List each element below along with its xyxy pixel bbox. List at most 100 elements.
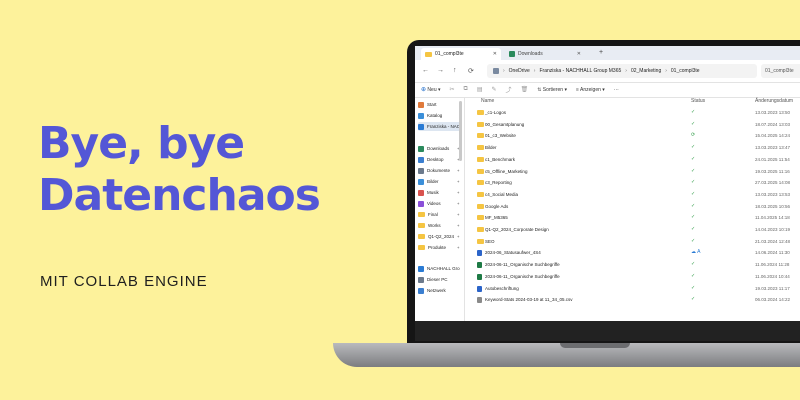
- copy-icon[interactable]: ⧉: [464, 86, 468, 93]
- sidebar-item[interactable]: Produkte ✦: [418, 243, 462, 252]
- rename-icon[interactable]: ✎: [492, 86, 497, 93]
- music-icon: [418, 189, 424, 196]
- file-row[interactable]: Bilder ✓ 13.03.2023 13:47: [467, 143, 800, 155]
- pictures-icon: [418, 178, 424, 185]
- file-row[interactable]: c1_Benchmark ✓ 24.01.2025 11:54: [467, 155, 800, 167]
- folder-icon: [477, 227, 484, 232]
- sidebar-item[interactable]: Downloads✦: [418, 144, 462, 153]
- tab-01-compl3te[interactable]: 01_compl3te ✕: [421, 48, 501, 60]
- file-row[interactable]: Autobeschriftung ✓ 19.03.2023 11:17: [467, 284, 800, 296]
- new-button[interactable]: ⊕ Neu ▾: [421, 86, 441, 93]
- forward-button[interactable]: →: [437, 67, 444, 74]
- modified-date: 14.04.2023 10:19: [755, 227, 791, 232]
- folder-icon: [477, 156, 484, 162]
- search-input[interactable]: 01_compl3te: [761, 64, 800, 78]
- sidebar-item[interactable]: Bilder ✦: [418, 177, 462, 186]
- file-row[interactable]: c3_Reporting ✓ 27.03.2025 14:08: [467, 178, 800, 190]
- file-name: Bilder: [485, 145, 497, 151]
- sidebar-item[interactable]: Franziska - NAC: [418, 122, 462, 131]
- modified-date: 13.03.2023 13:50: [755, 110, 791, 115]
- breadcrumb[interactable]: › OneDrive › Franziska - NACHHALL Group …: [487, 64, 757, 78]
- sidebar-item-label: Start: [427, 102, 437, 107]
- sidebar-item[interactable]: Q1-Q2_2024 ✦: [418, 232, 462, 241]
- sidebar-item-label: Works: [428, 223, 441, 228]
- sync-status-icon: ✓: [691, 179, 696, 186]
- sidebar-item-label: Final: [428, 212, 438, 217]
- file-row[interactable]: 00_Gesamtplanung ✓ 18.07.2024 13:03: [467, 120, 800, 132]
- sync-status-icon: ✓: [691, 120, 696, 127]
- sidebar-item[interactable]: Netzwerk: [418, 286, 462, 295]
- sidebar-item[interactable]: Videos ✦: [418, 199, 462, 208]
- file-row[interactable]: SEO ✓ 21.03.2024 12:48: [467, 237, 800, 249]
- view-button[interactable]: ≡ Anzeigen ▾: [576, 87, 605, 93]
- cut-icon[interactable]: ✂: [450, 86, 455, 93]
- column-header-name[interactable]: Name: [481, 98, 494, 104]
- breadcrumb-item[interactable]: 02_Marketing: [631, 68, 661, 74]
- pin-icon: ✦: [456, 223, 460, 228]
- file-name: Q1-Q2_2024_Corporate Design: [485, 227, 549, 232]
- pc-icon: [493, 68, 499, 74]
- navigation-pane: Start Katalog Franziska - NAC Downloads✦ Des…: [415, 98, 465, 321]
- file-name: Google Ads: [485, 203, 509, 209]
- file-name: 2024-06_Statusaufwer_4S4: [485, 250, 541, 256]
- sidebar-scrollbar[interactable]: [459, 101, 462, 161]
- sidebar-item[interactable]: Desktop✦: [418, 155, 462, 164]
- sidebar-item[interactable]: Katalog: [418, 111, 462, 120]
- back-button[interactable]: ←: [422, 67, 429, 74]
- new-tab-button[interactable]: +: [599, 49, 603, 56]
- breadcrumb-item[interactable]: 01_compl3te: [671, 68, 700, 74]
- sidebar-item[interactable]: Works ✦: [418, 221, 462, 230]
- sidebar-item[interactable]: Final ✦: [418, 210, 462, 219]
- modified-date: 13.03.2023 13:53: [755, 191, 791, 197]
- file-row[interactable]: Q1-Q2_2024_Corporate Design ✓ 14.04.2023 1…: [467, 225, 800, 237]
- sidebar-item[interactable]: Musik ✦: [418, 188, 462, 197]
- modified-date: 11.06.2024 10:44: [755, 273, 790, 279]
- sidebar-item[interactable]: NACHHALL Gro: [418, 264, 462, 273]
- folder-icon: [477, 110, 484, 115]
- delete-icon[interactable]: 🗑: [521, 86, 529, 93]
- file-row[interactable]: MF_M5365 ✓ 11.04.2025 14:18: [467, 213, 800, 225]
- close-icon[interactable]: ✕: [493, 51, 497, 57]
- pin-icon: ✦: [456, 234, 460, 239]
- sidebar-item[interactable]: Start: [418, 100, 462, 109]
- tab-downloads[interactable]: Downloads ✕: [505, 48, 585, 60]
- file-row[interactable]: Google Ads ✓ 18.03.2025 10:56: [467, 202, 800, 214]
- laptop-notch: [560, 343, 630, 348]
- file-icon: [477, 297, 482, 304]
- breadcrumb-item[interactable]: OneDrive: [509, 68, 530, 74]
- sidebar-item[interactable]: Dokumente ✦: [418, 166, 462, 175]
- file-row[interactable]: 2024-06_Statusaufwer_4S4 ☁ A 14.06.2024 11…: [467, 248, 800, 260]
- sync-status-icon: ✓: [691, 214, 696, 221]
- column-header-row: Name Status Änderungsdatum: [467, 98, 800, 106]
- file-row[interactable]: _c1-Logos ✓ 13.03.2023 13:50: [467, 108, 800, 120]
- breadcrumb-item[interactable]: Franziska - NACHHALL Group M365: [539, 68, 621, 74]
- file-row[interactable]: Keyword-Stats 2024-03-19 at 11_34_05.csv…: [467, 295, 800, 307]
- sidebar-item-label: Dieser PC: [427, 277, 448, 282]
- column-header-date[interactable]: Änderungsdatum: [755, 98, 793, 104]
- sidebar-item-label: Produkte: [428, 245, 447, 250]
- modified-date: 18.03.2025 10:56: [755, 203, 791, 209]
- modified-date: 11.04.2025 14:18: [755, 215, 790, 221]
- refresh-button[interactable]: ⟳: [468, 67, 474, 75]
- file-row[interactable]: c5_Offline_Marketing ✓ 19.03.2025 11:16: [467, 167, 800, 179]
- file-row[interactable]: 2024-06-11_Organische Suchbegriffe ✓ 11.06…: [467, 260, 800, 272]
- folder-icon: [477, 168, 484, 174]
- sidebar-item[interactable]: Dieser PC: [418, 275, 462, 284]
- paste-icon[interactable]: ▤: [477, 86, 483, 93]
- modified-date: 21.03.2024 12:48: [755, 238, 791, 244]
- file-name: Autobeschriftung: [485, 285, 519, 291]
- close-icon[interactable]: ✕: [577, 51, 581, 57]
- file-row[interactable]: 01_c3_Website ⟳ 15.04.2025 14:24: [467, 131, 800, 143]
- file-row[interactable]: c4_Social Media ✓ 13.03.2023 13:53: [467, 190, 800, 202]
- sort-button[interactable]: ⇅ Sortieren ▾: [537, 87, 567, 93]
- up-button[interactable]: ↑: [453, 67, 457, 74]
- more-button[interactable]: ···: [614, 87, 619, 93]
- sync-status-icon: ✓: [691, 237, 696, 244]
- file-name: _c1-Logos: [485, 110, 507, 115]
- folder-icon: [418, 212, 425, 217]
- file-row[interactable]: 2024-06-11_Organische Suchbegriffe ✓ 11.06…: [467, 272, 800, 284]
- share-icon[interactable]: ⤴: [506, 85, 512, 94]
- column-header-status[interactable]: Status: [691, 98, 705, 104]
- folder-icon: [425, 51, 432, 57]
- file-name: MF_M5365: [485, 215, 508, 221]
